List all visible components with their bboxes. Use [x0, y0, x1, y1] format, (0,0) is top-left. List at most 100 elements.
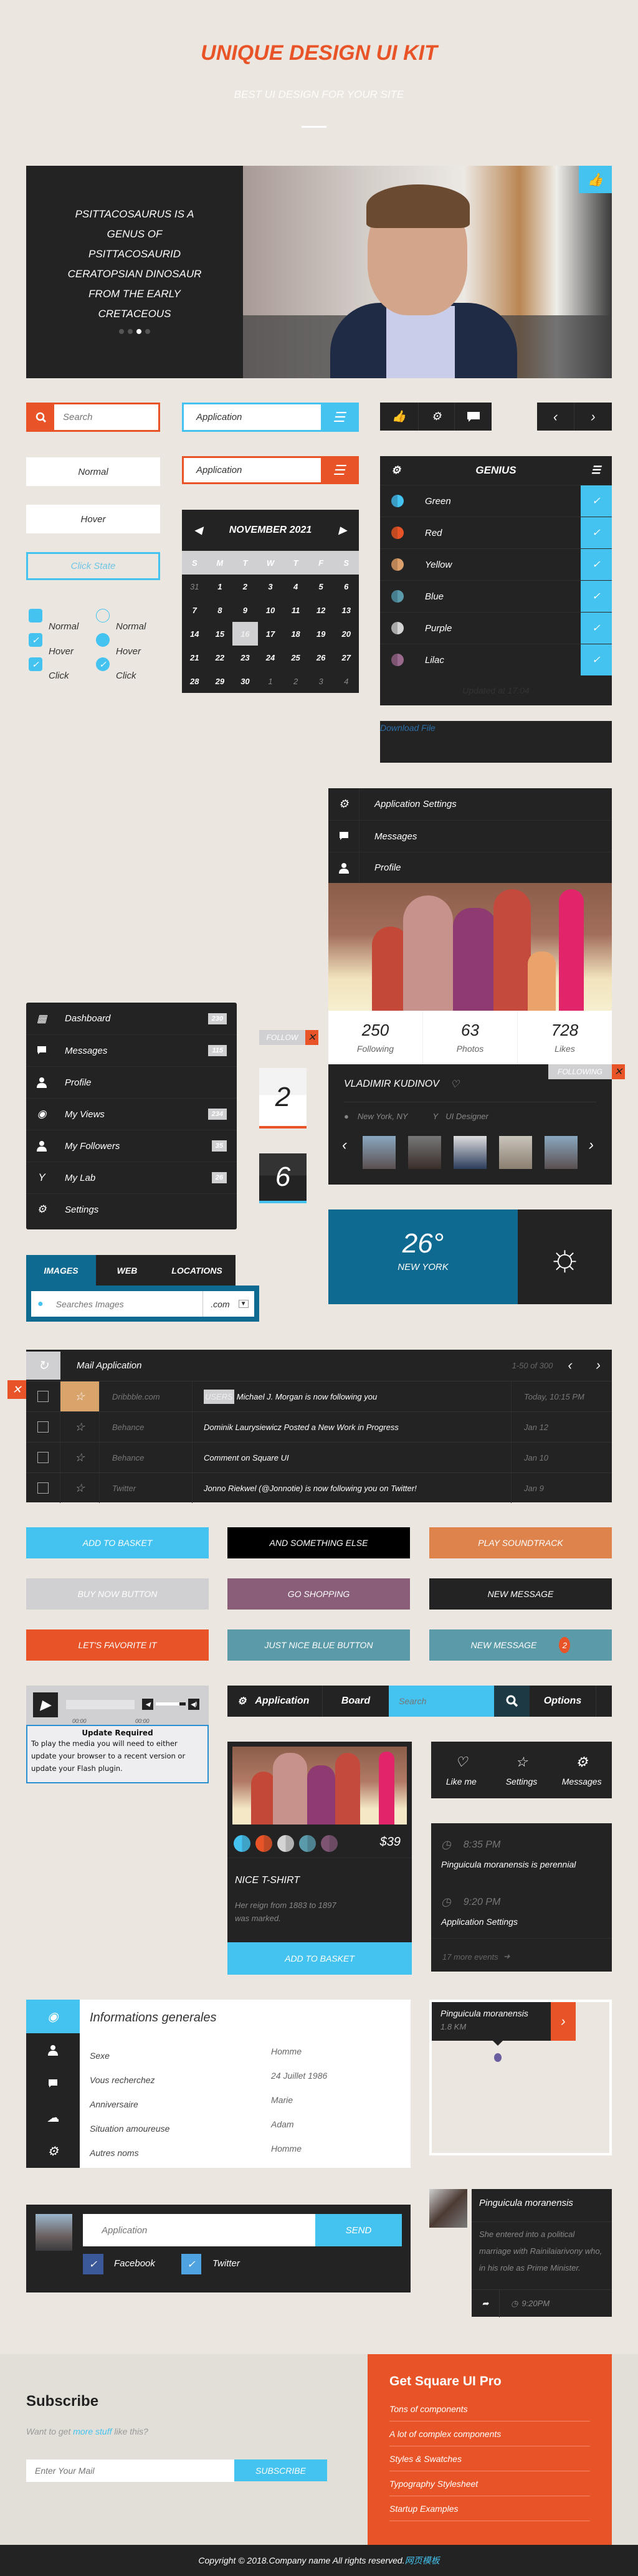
- calendar-day[interactable]: 14: [182, 622, 207, 646]
- user-icon[interactable]: [26, 2033, 80, 2067]
- mail-checkbox[interactable]: [26, 1473, 60, 1503]
- menu-icon[interactable]: ☰: [321, 458, 357, 482]
- normal-button[interactable]: Normal: [26, 457, 160, 486]
- friend-avatar[interactable]: [499, 1136, 532, 1169]
- close-icon[interactable]: ✕: [305, 1030, 318, 1045]
- sidebar-item-my-views[interactable]: ◉ My Views 234: [26, 1098, 237, 1130]
- navbar-search-input[interactable]: [389, 1686, 494, 1717]
- pro-feature-link[interactable]: Startup Examples: [389, 2496, 590, 2521]
- play-button[interactable]: ▶: [33, 1692, 58, 1717]
- slide-dot[interactable]: [119, 329, 124, 334]
- calendar-day[interactable]: 30: [232, 669, 258, 693]
- calendar-day[interactable]: 28: [182, 669, 207, 693]
- cloud-download-icon[interactable]: ☁: [26, 2101, 80, 2134]
- search-field[interactable]: [26, 403, 160, 432]
- action-messages[interactable]: ⚙ Messages: [551, 1754, 612, 1787]
- calendar-day[interactable]: 2: [232, 575, 258, 598]
- calendar-day[interactable]: 10: [258, 598, 283, 622]
- checkbox-hover[interactable]: ✓: [29, 633, 42, 647]
- star-icon[interactable]: ☆: [60, 1473, 100, 1503]
- chevron-left-icon[interactable]: ‹: [537, 403, 574, 431]
- check-icon[interactable]: ✓: [581, 644, 612, 675]
- calendar-day[interactable]: 19: [308, 622, 334, 646]
- calendar-day[interactable]: 26: [308, 646, 334, 669]
- button-let-s-favorite-it[interactable]: LET'S FAVORITE IT: [26, 1629, 209, 1661]
- chevron-left-icon[interactable]: ‹: [568, 1357, 572, 1373]
- email-input[interactable]: [26, 2459, 234, 2482]
- slide-dot[interactable]: [136, 329, 141, 334]
- calendar-day[interactable]: 21: [182, 646, 207, 669]
- calendar-day[interactable]: 23: [232, 646, 258, 669]
- checkbox-click[interactable]: ✓: [29, 657, 42, 671]
- follow-button[interactable]: FOLLOW: [259, 1030, 305, 1045]
- prev-month-button[interactable]: ◀: [194, 524, 202, 537]
- calendar-day[interactable]: 27: [333, 646, 359, 669]
- pro-feature-link[interactable]: A lot of complex components: [389, 2421, 590, 2446]
- friend-avatar[interactable]: [545, 1136, 578, 1169]
- star-icon[interactable]: ☆: [60, 1381, 100, 1411]
- share-icon[interactable]: ➦: [472, 2289, 500, 2317]
- menu-icon[interactable]: ☰: [321, 404, 357, 430]
- sidebar-item-my-lab[interactable]: Y My Lab 26: [26, 1162, 237, 1193]
- radio-click[interactable]: ✓: [96, 657, 110, 671]
- application-select-orange[interactable]: Application ☰: [182, 456, 359, 484]
- twitter-checkbox[interactable]: ✓: [181, 2254, 201, 2274]
- tab-web[interactable]: WEB: [96, 1255, 158, 1286]
- thumbs-up-button[interactable]: 👍: [579, 166, 612, 193]
- check-icon[interactable]: ✓: [581, 517, 612, 548]
- mail-row[interactable]: ☆ Behance Comment on Square UI Jan 10: [26, 1442, 612, 1472]
- action-like-me[interactable]: ♡ Like me: [431, 1754, 492, 1787]
- mail-checkbox[interactable]: [26, 1381, 60, 1411]
- app-menu-item[interactable]: Profile: [328, 852, 612, 883]
- slide-dot[interactable]: [128, 329, 133, 334]
- app-menu-item[interactable]: ⚙ Application Settings: [328, 788, 612, 820]
- comment-input[interactable]: [83, 2214, 315, 2246]
- color-option[interactable]: Yellow ✓: [380, 548, 612, 580]
- calendar-day[interactable]: 25: [283, 646, 308, 669]
- calendar-day[interactable]: 4: [283, 575, 308, 598]
- click-state-button[interactable]: Click State: [26, 552, 160, 580]
- nav-application[interactable]: ⚙ Application: [227, 1686, 323, 1717]
- star-icon[interactable]: ☆: [60, 1412, 100, 1442]
- mail-subject[interactable]: Dominik Laurysiewicz Posted a New Work i…: [193, 1412, 512, 1442]
- sidebar-item-messages[interactable]: Messages 115: [26, 1034, 237, 1066]
- action-settings[interactable]: ☆ Settings: [492, 1754, 552, 1787]
- gear-icon[interactable]: ⚙: [26, 2134, 80, 2168]
- color-option[interactable]: Purple ✓: [380, 612, 612, 644]
- tab-locations[interactable]: LOCATIONS: [158, 1255, 236, 1286]
- slider-dots[interactable]: [26, 329, 243, 334]
- calendar-day[interactable]: 15: [207, 622, 233, 646]
- calendar-day[interactable]: 31: [182, 575, 207, 598]
- progress-bar[interactable]: [66, 1700, 135, 1709]
- download-link[interactable]: Download File: [380, 721, 612, 733]
- button-add-to-basket[interactable]: ADD TO BASKET: [26, 1527, 209, 1558]
- friend-avatar[interactable]: [363, 1136, 396, 1169]
- calendar-day[interactable]: 5: [308, 575, 334, 598]
- gear-icon[interactable]: ⚙: [391, 464, 401, 477]
- check-icon[interactable]: ✓: [581, 549, 612, 580]
- sidebar-item-settings[interactable]: ⚙ Settings: [26, 1193, 237, 1225]
- search-button[interactable]: [494, 1686, 530, 1717]
- calendar-day[interactable]: 13: [333, 598, 359, 622]
- calendar-day[interactable]: 12: [308, 598, 334, 622]
- following-button[interactable]: FOLLOWING: [548, 1064, 612, 1079]
- button-go-shopping[interactable]: GO SHOPPING: [227, 1578, 410, 1610]
- dashboard-icon[interactable]: ◉: [26, 2000, 80, 2033]
- sidebar-item-dashboard[interactable]: ▦ Dashboard 230: [26, 1003, 237, 1034]
- calendar-day[interactable]: 18: [283, 622, 308, 646]
- calendar-day[interactable]: 3: [308, 669, 334, 693]
- thumbs-up-icon[interactable]: 👍: [380, 403, 419, 431]
- button-new-message[interactable]: NEW MESSAGE 2: [429, 1629, 612, 1661]
- add-to-basket-button[interactable]: ADD TO BASKET: [227, 1942, 412, 1975]
- mail-row[interactable]: ☆ Behance Dominik Laurysiewicz Posted a Ne…: [26, 1411, 612, 1442]
- slide-dot[interactable]: [145, 329, 150, 334]
- chevron-left-icon[interactable]: ‹: [342, 1137, 347, 1154]
- calendar-day[interactable]: 29: [207, 669, 233, 693]
- chevron-right-icon[interactable]: ›: [589, 1137, 594, 1154]
- search-input[interactable]: [54, 412, 154, 422]
- close-icon[interactable]: ✕: [612, 1064, 625, 1079]
- button-and-something-else[interactable]: AND SOMETHING ELSE: [227, 1527, 410, 1558]
- facebook-checkbox[interactable]: ✓: [83, 2254, 103, 2274]
- chat-icon[interactable]: [26, 2067, 80, 2101]
- chevron-right-icon[interactable]: ›: [596, 1357, 601, 1373]
